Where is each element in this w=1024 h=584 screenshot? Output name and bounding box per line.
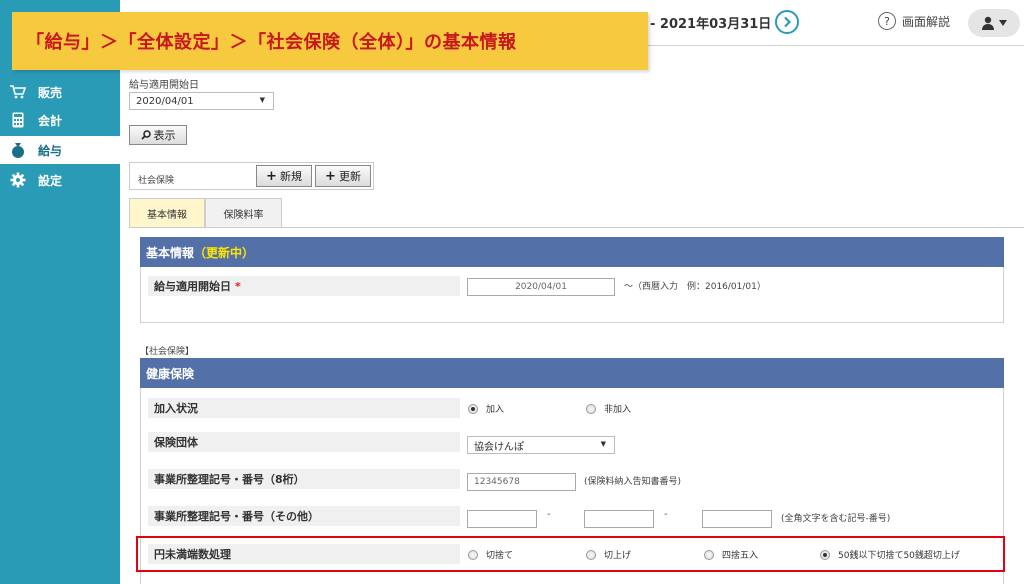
search-icon bbox=[140, 130, 151, 140]
office-code-other-label: 事業所整理記号・番号（その他） bbox=[148, 506, 460, 526]
social-insurance-label: 【社会保険】 bbox=[140, 347, 195, 357]
start-date-label-text: 給与適用開始日 bbox=[154, 280, 231, 293]
sidebar-item-settings[interactable]: 設定 bbox=[0, 166, 120, 194]
user-menu-button[interactable] bbox=[968, 9, 1020, 37]
required-mark: * bbox=[235, 279, 241, 293]
dropdown-arrow-icon: ▼ bbox=[600, 440, 606, 448]
separator-dash: - bbox=[664, 509, 668, 520]
sidebar-item-label: 販売 bbox=[38, 85, 63, 100]
office-code-other-input-3[interactable] bbox=[702, 510, 772, 528]
plus-icon: + bbox=[266, 168, 277, 184]
sidebar-item-label: 会計 bbox=[38, 113, 63, 128]
health-insurance-header: 健康保険 bbox=[140, 358, 1004, 388]
editing-status: （更新中） bbox=[194, 245, 255, 260]
breadcrumb-callout: 「給与」＞「全体設定」＞「社会保険（全体）」の基本情報 bbox=[12, 12, 648, 70]
radio-button bbox=[586, 403, 596, 414]
office-code-other-note: (全角文字を含む記号-番号) bbox=[781, 514, 891, 524]
office-code-other-input-2[interactable] bbox=[584, 510, 654, 528]
period-end-date: - 2021年03月31日 bbox=[650, 17, 772, 32]
start-date-select-value: 2020/04/01 bbox=[136, 95, 194, 107]
show-button[interactable]: 表示 bbox=[129, 125, 187, 145]
insurer-label: 保険団体 bbox=[148, 432, 460, 452]
start-date-label: 給与適用開始日 * bbox=[148, 276, 460, 296]
enrollment-label: 加入状況 bbox=[148, 398, 460, 418]
update-button[interactable]: + 更新 bbox=[315, 165, 371, 187]
insurer-select-value: 協会けんぽ bbox=[474, 441, 524, 453]
update-button-label: 更新 bbox=[338, 170, 361, 183]
sidebar-item-payroll[interactable]: ¥ 給与 bbox=[0, 136, 120, 164]
enrollment-radio-not-joined[interactable]: 非加入 bbox=[586, 402, 631, 415]
basic-info-title: 基本情報 bbox=[146, 245, 195, 260]
sidebar-item-label: 給与 bbox=[38, 143, 63, 158]
help-link[interactable]: ? 画面解説 bbox=[878, 12, 950, 30]
new-button-label: 新規 bbox=[279, 170, 302, 183]
new-button[interactable]: + 新規 bbox=[256, 165, 312, 187]
radio-label: 加入 bbox=[486, 405, 505, 415]
start-date-select[interactable]: 2020/04/01 ▼ bbox=[129, 92, 274, 110]
user-icon bbox=[982, 16, 994, 30]
cart-icon bbox=[10, 84, 26, 100]
sidebar: 販売 会計 ¥ 給与 設定 bbox=[0, 0, 120, 584]
gear-icon bbox=[10, 172, 26, 188]
master-label: 社会保険 bbox=[138, 176, 175, 186]
next-period-button[interactable] bbox=[775, 10, 799, 34]
insurer-select[interactable]: 協会けんぽ ▼ bbox=[467, 436, 615, 454]
show-button-label: 表示 bbox=[153, 129, 176, 142]
help-label: 画面解説 bbox=[902, 14, 951, 29]
svg-text:¥: ¥ bbox=[15, 148, 21, 157]
filter-label: 給与適用開始日 bbox=[129, 80, 199, 91]
chevron-right-icon bbox=[784, 16, 792, 28]
caret-down-icon bbox=[999, 20, 1007, 26]
dropdown-arrow-icon: ▼ bbox=[259, 96, 265, 104]
separator-dash: - bbox=[547, 509, 551, 520]
tab-premium-rate[interactable]: 保険料率 bbox=[205, 198, 282, 228]
sidebar-item-sales[interactable]: 販売 bbox=[0, 78, 120, 106]
radio-label: 非加入 bbox=[604, 405, 632, 415]
enrollment-radio-joined[interactable]: 加入 bbox=[468, 402, 504, 415]
office-code8-input[interactable]: 12345678 bbox=[467, 473, 576, 491]
plus-icon: + bbox=[325, 168, 336, 184]
tab-divider bbox=[129, 227, 1024, 228]
money-bag-icon: ¥ bbox=[10, 142, 26, 158]
calculator-icon bbox=[10, 112, 26, 128]
tab-basic-info[interactable]: 基本情報 bbox=[129, 198, 205, 228]
sidebar-item-label: 設定 bbox=[38, 173, 63, 188]
office-code-other-input-1[interactable] bbox=[467, 510, 537, 528]
start-date-note: ～（西暦入力 例：2016/01/01） bbox=[624, 282, 766, 292]
radio-button bbox=[468, 403, 478, 414]
question-icon: ? bbox=[878, 12, 896, 30]
start-date-input[interactable]: 2020/04/01 bbox=[467, 278, 615, 296]
basic-info-header: 基本情報 （更新中） bbox=[140, 237, 1004, 267]
office-code8-label: 事業所整理記号・番号（8桁） bbox=[148, 469, 460, 489]
office-code8-note: (保険料納入告知書番号) bbox=[584, 477, 682, 487]
health-insurance-title: 健康保険 bbox=[146, 366, 195, 381]
highlight-frame bbox=[136, 536, 1005, 572]
sidebar-item-accounting[interactable]: 会計 bbox=[0, 106, 120, 134]
